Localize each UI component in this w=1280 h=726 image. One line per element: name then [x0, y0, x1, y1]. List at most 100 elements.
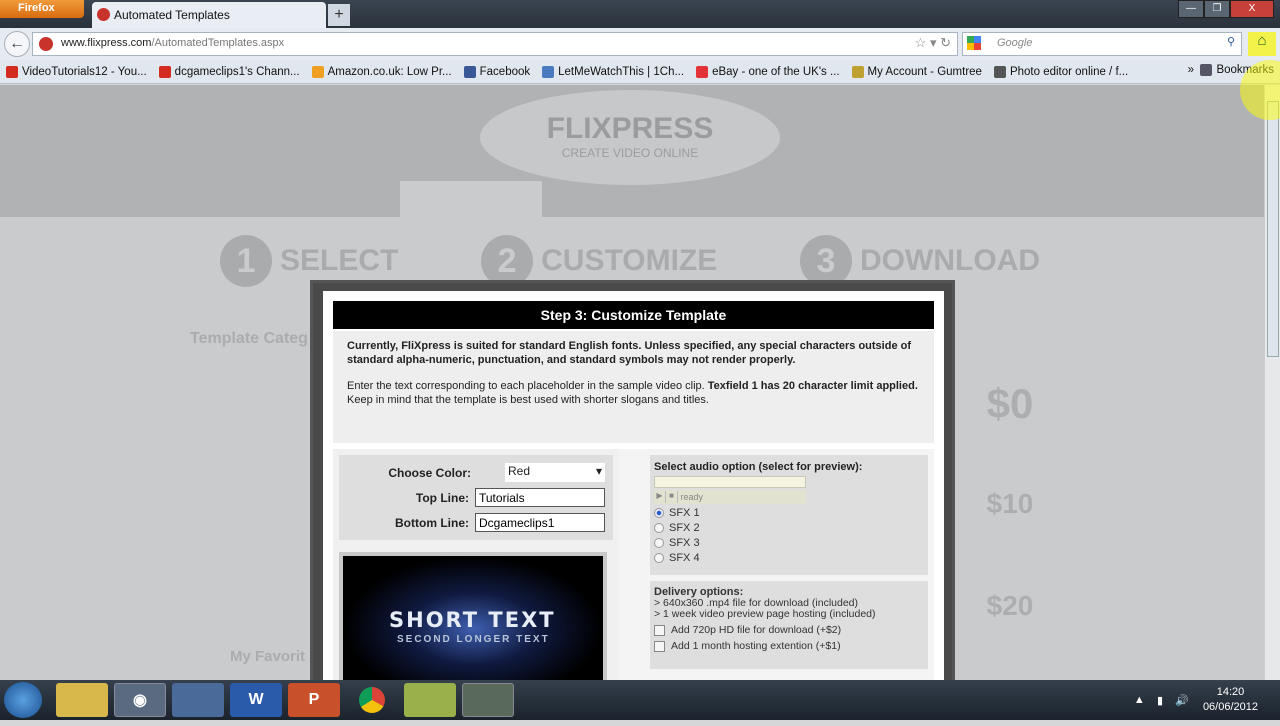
letmewatchthis-icon: [542, 65, 555, 78]
top-line-input[interactable]: [475, 488, 605, 507]
word-icon[interactable]: W: [230, 683, 282, 717]
reload-icon[interactable]: ↻: [940, 35, 951, 50]
clock[interactable]: 14:20 06/06/2012: [1203, 685, 1258, 715]
player-status: ready: [680, 492, 704, 502]
template-categories: Template Categ My Favorit: [190, 330, 308, 665]
bottom-line-input[interactable]: [475, 513, 605, 532]
radio-button[interactable]: [654, 508, 664, 518]
hosting-addon-option[interactable]: Add 1 month hosting extention (+$1): [654, 641, 924, 652]
chrome-icon[interactable]: [346, 683, 398, 717]
audio-options: Select audio option (select for preview)…: [650, 455, 928, 575]
bookmarks-toolbar: VideoTutorials12 - You... dcgameclips1's …: [0, 60, 1280, 84]
sfx-option[interactable]: SFX 3: [654, 537, 924, 549]
character-limit: Texfield 1 has 20 character limit applie…: [707, 380, 918, 392]
bookmark-item[interactable]: Facebook: [463, 65, 531, 78]
power-icon[interactable]: ▮: [1157, 694, 1175, 707]
nav-automated-templates[interactable]: [400, 181, 542, 221]
text-form: Choose Color: Red ▾ Top Line: Bottom Line:: [339, 455, 613, 540]
recorder-icon[interactable]: [462, 683, 514, 717]
audio-progress-bar[interactable]: [654, 476, 806, 488]
dropdown-icon[interactable]: ▾: [930, 35, 937, 50]
bookmark-label: Amazon.co.uk: Low Pr...: [327, 65, 452, 78]
bookmark-item[interactable]: eBay - one of the UK's ...: [696, 65, 840, 78]
flixpress-logo[interactable]: FLIXPRESS CREATE VIDEO ONLINE: [480, 90, 780, 185]
chevron-more-icon[interactable]: »: [1188, 64, 1201, 76]
close-button[interactable]: X: [1230, 0, 1274, 18]
app-icon[interactable]: [172, 683, 224, 717]
radio-button[interactable]: [654, 523, 664, 533]
explorer-icon[interactable]: [56, 683, 108, 717]
color-select[interactable]: Red ▾: [505, 463, 605, 482]
instructions: Enter the text corresponding to each pla…: [347, 379, 920, 407]
notes-icon[interactable]: [404, 683, 456, 717]
credit-20: $20: [986, 590, 1034, 621]
bookmark-star-icon[interactable]: ☆: [915, 35, 927, 50]
volume-icon[interactable]: 🔊: [1175, 694, 1189, 707]
search-placeholder: Google: [997, 37, 1033, 49]
hd-addon-option[interactable]: Add 720p HD file for download (+$2): [654, 625, 924, 636]
template-preview-video[interactable]: SHORT TEXT SECOND LONGER TEXT: [339, 552, 607, 680]
page-scrollbar[interactable]: [1264, 85, 1280, 680]
taskbar: ◉ W P ▲ ▮ 🔊 14:20 06/06/2012: [0, 680, 1280, 720]
bookmark-item[interactable]: VideoTutorials12 - You...: [6, 65, 147, 78]
site-identity-icon: [39, 37, 53, 51]
bookmark-item[interactable]: Photo editor online / f...: [993, 65, 1128, 78]
sfx-label: SFX 4: [669, 552, 700, 564]
start-button[interactable]: [4, 682, 42, 718]
instructions-tail: Keep in mind that the template is best u…: [347, 394, 709, 406]
checkbox[interactable]: [654, 641, 665, 652]
radio-button[interactable]: [654, 553, 664, 563]
dialog-intro: Currently, FliXpress is suited for stand…: [333, 331, 934, 443]
sfx-label: SFX 3: [669, 537, 700, 549]
firefox-menu-button[interactable]: Firefox: [0, 0, 84, 18]
back-button[interactable]: ←: [4, 31, 30, 57]
step-number: 1: [220, 235, 272, 287]
restore-button[interactable]: ❐: [1204, 0, 1230, 18]
radio-button[interactable]: [654, 538, 664, 548]
top-line-label: Top Line:: [415, 490, 469, 505]
current-balance: $0: [986, 380, 1034, 427]
new-tab-button[interactable]: +: [328, 4, 350, 26]
minimize-button[interactable]: —: [1178, 0, 1204, 18]
sfx-option[interactable]: SFX 1: [654, 507, 924, 519]
bookmark-item[interactable]: dcgameclips1's Chann...: [158, 65, 300, 78]
gumtree-icon: [851, 65, 864, 78]
sfx-option[interactable]: SFX 2: [654, 522, 924, 534]
sfx-option[interactable]: SFX 4: [654, 552, 924, 564]
instructions-text: Enter the text corresponding to each pla…: [347, 380, 705, 392]
system-tray: ▲ ▮ 🔊 14:20 06/06/2012: [1134, 680, 1280, 720]
play-icon[interactable]: ▶: [654, 491, 666, 503]
powerpoint-icon[interactable]: P: [288, 683, 340, 717]
search-input[interactable]: Google ⚲: [962, 32, 1242, 56]
show-hidden-icons[interactable]: ▲: [1134, 694, 1157, 706]
step-label: CUSTOMIZE: [541, 244, 718, 277]
audio-heading: Select audio option (select for preview)…: [654, 461, 863, 473]
customize-dialog: Step 3: Customize Template Currently, Fl…: [310, 280, 955, 680]
url-path: /AutomatedTemplates.aspx: [151, 37, 285, 49]
bookmark-label: Facebook: [479, 65, 531, 78]
amazon-icon: [311, 65, 324, 78]
delivery-options: Delivery options: > 640x360 .mp4 file fo…: [650, 581, 928, 669]
step-label: DOWNLOAD: [860, 244, 1040, 277]
firefox-taskbar-icon[interactable]: ◉: [114, 683, 166, 717]
title-bar: Firefox Automated Templates + — ❐ X: [0, 0, 1280, 28]
page-content: FLIXPRESS CREATE VIDEO ONLINE 1 SELECT 2 CU…: [0, 85, 1264, 680]
youtube-icon: [158, 65, 171, 78]
site-header: FLIXPRESS CREATE VIDEO ONLINE: [0, 85, 1264, 217]
bookmark-item[interactable]: LetMeWatchThis | 1Ch...: [542, 65, 684, 78]
search-icon[interactable]: ⚲: [1227, 35, 1235, 48]
color-value: Red: [508, 464, 531, 478]
time: 14:20: [1216, 686, 1245, 698]
checkbox[interactable]: [654, 625, 665, 636]
tab-automated-templates[interactable]: Automated Templates: [92, 2, 326, 28]
date: 06/06/2012: [1202, 701, 1258, 713]
google-icon: [967, 36, 981, 50]
home-button[interactable]: ⌂: [1248, 32, 1276, 56]
url-domain: www.flixpress.com: [61, 37, 152, 49]
bookmark-item[interactable]: Amazon.co.uk: Low Pr...: [311, 65, 452, 78]
url-bar[interactable]: www.flixpress.com/AutomatedTemplates.asp…: [32, 32, 958, 56]
scrollbar-thumb[interactable]: [1267, 101, 1279, 357]
stop-icon[interactable]: ■: [666, 491, 678, 503]
bookmark-item[interactable]: My Account - Gumtree: [851, 65, 982, 78]
facebook-icon: [463, 65, 476, 78]
